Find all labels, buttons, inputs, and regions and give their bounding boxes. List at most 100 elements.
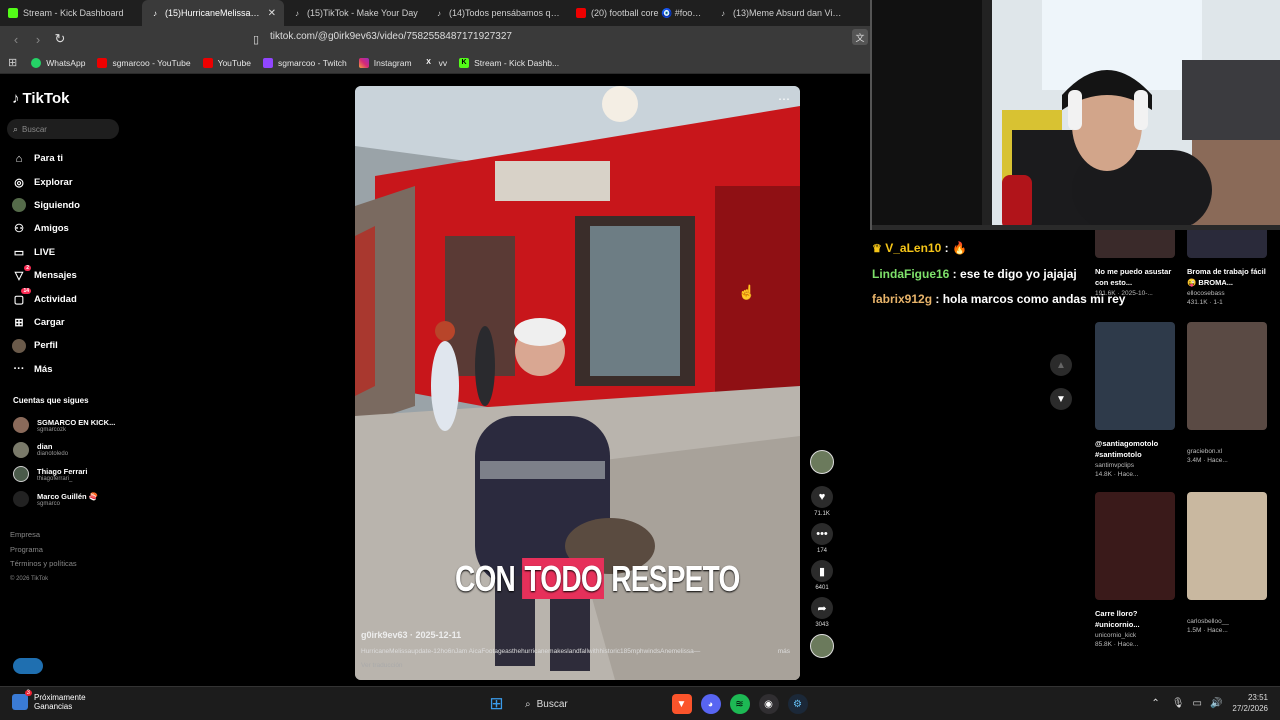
nav-label: Cargar	[34, 316, 65, 328]
bookmark-whatsapp[interactable]: WhatsApp	[31, 57, 86, 68]
nav-perfil[interactable]: Perfil	[12, 334, 80, 357]
creator-avatar-button[interactable]	[809, 450, 835, 474]
windows-start-icon[interactable]: ⊞	[487, 694, 507, 714]
bookmark-kick[interactable]: K Stream - Kick Dashb...	[459, 57, 560, 68]
bookmark-label: Stream - Kick Dashb...	[474, 57, 560, 68]
url-field[interactable]: tiktok.com/@g0irk9ev63/video/75825584871…	[270, 31, 512, 42]
tab-hurricane-video[interactable]: ♪ (15)HurricaneMelissaupdate ✕	[142, 0, 284, 26]
tab-label: (15)TikTok - Make Your Day	[307, 8, 418, 18]
share-button[interactable]: ➦ 3043	[809, 597, 835, 628]
video-card-meta: 431.1K · 1-1	[1187, 299, 1223, 306]
get-app-button[interactable]	[13, 658, 43, 674]
bookmark-x[interactable]: Xvv	[424, 58, 447, 68]
description-more-link[interactable]: más	[778, 648, 790, 655]
brave-browser-icon[interactable]: ▼	[671, 694, 692, 714]
save-button[interactable]: ▮ 6401	[809, 560, 835, 591]
footer-link-terminos[interactable]: Términos y políticas	[10, 557, 77, 572]
nav-actividad[interactable]: ▢ 14 Actividad	[12, 287, 80, 310]
like-count: 71.1K	[814, 511, 830, 517]
bookmark-sgmarcoo-youtube[interactable]: sgmarcoo - YouTube	[97, 57, 191, 68]
video-card-title: Broma de trabajo fácil 😜 BROMA...	[1187, 267, 1266, 287]
tab-youtube-football[interactable]: (20) football core 🧿 #football	[568, 0, 710, 26]
video-card[interactable]: graciebon.xl 3.4M · Hace...	[1187, 322, 1269, 464]
account-handle: dianotoledo	[37, 451, 69, 458]
following-account[interactable]: Marco Guillén 🍣 sgmarco	[13, 487, 115, 512]
video-card[interactable]: Carre lloro? #unicornio... unicornio_kic…	[1095, 492, 1177, 648]
video-thumbnail	[1187, 322, 1267, 430]
taskbar-search-label: Buscar	[536, 698, 568, 710]
browser-tab-bar: Stream - Kick Dashboard ♪ (15)HurricaneM…	[0, 0, 870, 26]
comment-button[interactable]: ••• 174	[809, 523, 835, 554]
activity-badge: 14	[21, 288, 31, 295]
nav-mas[interactable]: ··· Más	[12, 358, 80, 381]
video-card[interactable]: @santiagomotolo #santimotolo santimvpcli…	[1095, 322, 1177, 478]
video-card-meta: 14.8K · Hace...	[1095, 471, 1139, 478]
translation-link[interactable]: Ver traducción	[361, 662, 403, 669]
translate-icon[interactable]: 文	[852, 29, 868, 45]
nav-para-ti[interactable]: ⌂ Para ti	[12, 147, 80, 170]
video-card[interactable]: carlosbelloo__ 1.5M · Hace...	[1187, 492, 1269, 634]
more-options-icon[interactable]: ⋯	[778, 92, 790, 106]
video-card-title: Carre lloro? #unicornio...	[1095, 609, 1140, 629]
like-button[interactable]: ♥ 71.1K	[809, 486, 835, 517]
footer-link-empresa[interactable]: Empresa	[10, 528, 77, 543]
video-author[interactable]: g0irk9ev63 · 2025-12-11	[361, 630, 461, 640]
bookmark-twitch[interactable]: sgmarcoo - Twitch	[262, 57, 347, 68]
taskbar-apps: ⊞ ⌕ Buscar ▼ ◕ ≋ ◉ ⚙	[482, 693, 812, 715]
taskbar-search[interactable]: ⌕ Buscar	[519, 693, 659, 715]
windows-taskbar: 3 Próximamente Ganancias ⊞ ⌕ Buscar ▼ ◕ ≋…	[0, 686, 1280, 720]
following-account[interactable]: Thiago Ferrari thiagoferrari_	[13, 462, 115, 487]
microphone-icon[interactable]: 🎙	[1172, 698, 1185, 709]
tab-tiktok-meme[interactable]: ♪ (13)Meme Absurd dan Video L	[710, 0, 852, 26]
steam-icon[interactable]: ⚙	[787, 694, 808, 714]
widgets-button[interactable]: 3 Próximamente Ganancias	[12, 690, 86, 711]
sidebar-nav: ⌂ Para ti ◎ Explorar Siguiendo ⚇ Amigos ▭ LI…	[12, 147, 80, 381]
footer-link-programa[interactable]: Programa	[10, 543, 77, 558]
network-icon[interactable]: ▭	[1193, 698, 1202, 709]
following-account[interactable]: dian dianotoledo	[13, 438, 115, 463]
widgets-subtitle: Ganancias	[34, 702, 73, 711]
bookmark-icon[interactable]: ▯	[246, 29, 266, 49]
nav-explorar[interactable]: ◎ Explorar	[12, 170, 80, 193]
share-count: 3043	[815, 622, 829, 628]
chat-message: LindaFigue16 : ese te digo yo jajajaj	[872, 262, 1102, 287]
chevron-up-icon[interactable]: ⌃	[1151, 698, 1159, 709]
obs-icon[interactable]: ◉	[758, 694, 779, 714]
video-player[interactable]: ⋯ CON TODO RESPETO g0irk9ev63 · 2025-12-…	[355, 86, 800, 680]
nav-label: Actividad	[34, 293, 77, 305]
tab-tiktok-todos[interactable]: ♪ (14)Todos pensábamos que la	[426, 0, 568, 26]
chat-separator: :	[941, 241, 952, 255]
search-input[interactable]: ⌕ Buscar	[7, 119, 119, 139]
scroll-down-button[interactable]: ▼	[1050, 388, 1072, 410]
scroll-up-button[interactable]: ▲	[1050, 354, 1072, 376]
nav-siguiendo[interactable]: Siguiendo	[12, 194, 80, 217]
widgets-badge: 3	[24, 690, 32, 696]
following-account[interactable]: SGMARCO EN KICK... sgmarcozk	[13, 413, 115, 438]
forward-icon[interactable]: ›	[28, 29, 48, 49]
home-icon: ⌂	[15, 152, 23, 165]
discord-icon[interactable]: ◕	[700, 694, 721, 714]
bookmark-label: WhatsApp	[46, 57, 86, 68]
tiktok-logo[interactable]: ♪ TikTok	[12, 90, 69, 107]
tab-tiktok-home[interactable]: ♪ (15)TikTok - Make Your Day	[284, 0, 426, 26]
bookmark-label: YouTube	[217, 57, 251, 68]
bookmark-youtube[interactable]: YouTube	[202, 57, 251, 68]
spotify-icon[interactable]: ≋	[729, 694, 750, 714]
apps-icon[interactable]: ⊞	[8, 56, 17, 69]
clock-date: 27/2/2026	[1232, 704, 1268, 713]
nav-amigos[interactable]: ⚇ Amigos	[12, 217, 80, 240]
nav-live[interactable]: ▭ LIVE	[12, 241, 80, 264]
nav-cargar[interactable]: ⊞ Cargar	[12, 311, 80, 334]
nav-mensajes[interactable]: ▽ 2 Mensajes	[12, 264, 80, 287]
music-disc-button[interactable]	[809, 634, 835, 658]
clock[interactable]: 23:51 27/2/2026	[1232, 692, 1268, 714]
back-icon[interactable]: ‹	[6, 29, 26, 49]
account-name: SGMARCO EN KICK...	[37, 417, 116, 427]
video-card-meta: 3.4M · Hace...	[1187, 457, 1228, 464]
reload-icon[interactable]: ↻	[50, 29, 70, 49]
tab-kick-dashboard[interactable]: Stream - Kick Dashboard	[0, 0, 142, 26]
account-name: dian	[37, 442, 53, 452]
volume-icon[interactable]: 🔊	[1210, 698, 1222, 709]
close-icon[interactable]: ✕	[268, 8, 276, 19]
bookmark-instagram[interactable]: Instagram	[358, 57, 412, 68]
